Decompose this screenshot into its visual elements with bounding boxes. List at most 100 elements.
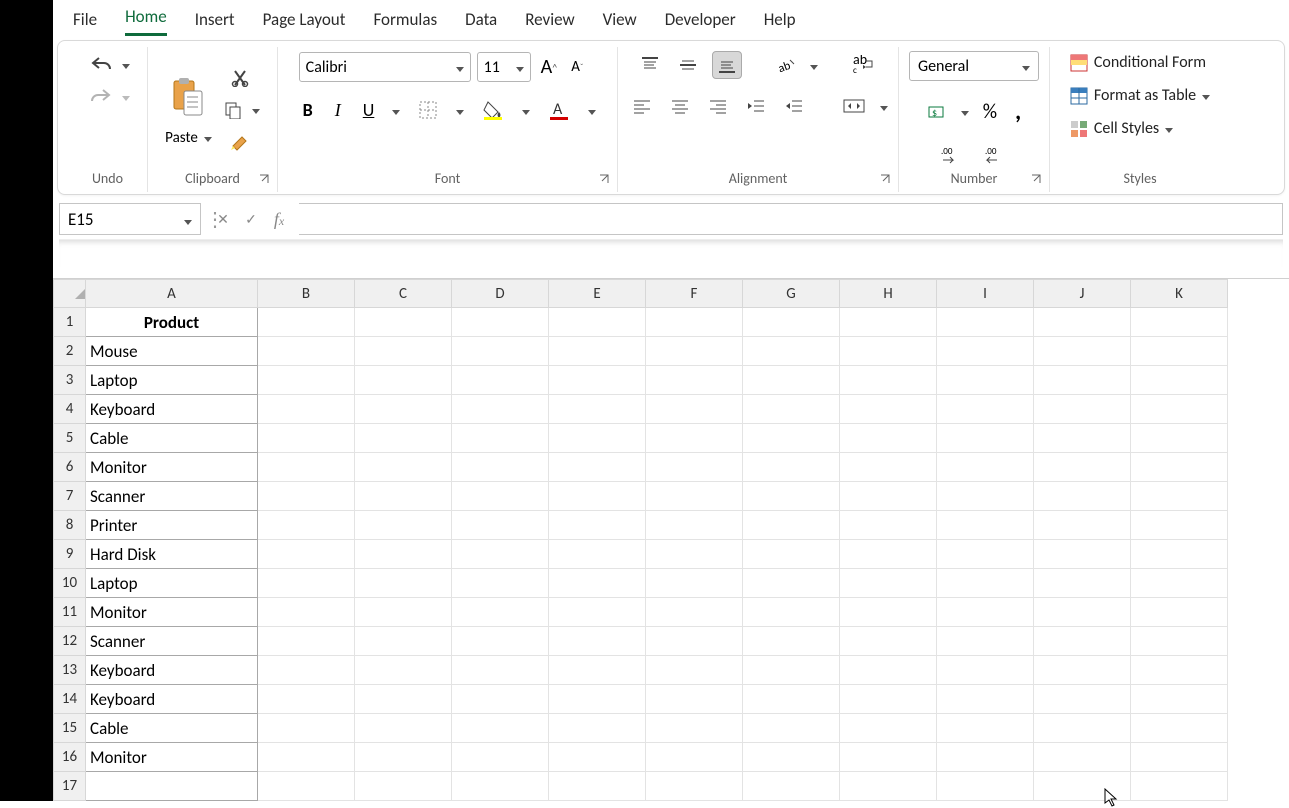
tab-home[interactable]: Home [125, 6, 167, 36]
font-size-select[interactable]: 11 [477, 52, 531, 82]
cell-F17[interactable] [646, 772, 743, 801]
align-middle-button[interactable] [674, 52, 702, 78]
insert-function-button[interactable]: fx [265, 203, 293, 235]
cell-H5[interactable] [840, 424, 937, 453]
row-header-3[interactable]: 3 [54, 366, 86, 395]
accounting-format-button[interactable]: $ [923, 99, 951, 125]
cell-D11[interactable] [452, 598, 549, 627]
cell-B14[interactable] [258, 685, 355, 714]
copy-button[interactable] [220, 97, 246, 123]
font-name-select[interactable]: Calibri [299, 52, 471, 82]
cell-F14[interactable] [646, 685, 743, 714]
cell-I4[interactable] [937, 395, 1034, 424]
paste-button[interactable] [166, 73, 210, 123]
cell-D15[interactable] [452, 714, 549, 743]
row-header-7[interactable]: 7 [54, 482, 86, 511]
tab-page-layout[interactable]: Page Layout [263, 9, 346, 36]
accounting-dropdown[interactable] [961, 103, 969, 120]
cell-A2[interactable]: Mouse [86, 337, 258, 366]
cell-I15[interactable] [937, 714, 1034, 743]
cell-G12[interactable] [743, 627, 840, 656]
cell-G3[interactable] [743, 366, 840, 395]
cell-G16[interactable] [743, 743, 840, 772]
cell-A15[interactable]: Cable [86, 714, 258, 743]
font-color-dropdown[interactable] [588, 102, 596, 119]
cell-C12[interactable] [355, 627, 452, 656]
alignment-dialog-launcher[interactable] [880, 174, 894, 188]
cell-D2[interactable] [452, 337, 549, 366]
row-header-6[interactable]: 6 [54, 453, 86, 482]
cancel-formula-button[interactable]: ✕ [209, 203, 237, 235]
underline-button[interactable]: U [359, 95, 379, 125]
undo-button[interactable] [86, 51, 116, 77]
percent-button[interactable]: % [979, 96, 1001, 128]
cell-G1[interactable] [743, 308, 840, 337]
cell-B15[interactable] [258, 714, 355, 743]
cell-G6[interactable] [743, 453, 840, 482]
cell-B2[interactable] [258, 337, 355, 366]
cut-button[interactable] [227, 65, 253, 91]
number-format-select[interactable]: General [909, 51, 1039, 81]
row-header-14[interactable]: 14 [54, 685, 86, 714]
cell-G13[interactable] [743, 656, 840, 685]
copy-dropdown[interactable] [252, 101, 260, 118]
fill-color-button[interactable] [478, 96, 508, 124]
cell-B1[interactable] [258, 308, 355, 337]
paste-dropdown[interactable] [204, 129, 212, 146]
row-header-2[interactable]: 2 [54, 337, 86, 366]
cell-F13[interactable] [646, 656, 743, 685]
cell-B11[interactable] [258, 598, 355, 627]
font-dialog-launcher[interactable] [599, 174, 613, 188]
row-header-11[interactable]: 11 [54, 598, 86, 627]
cell-A8[interactable]: Printer [86, 511, 258, 540]
cell-F11[interactable] [646, 598, 743, 627]
cell-A4[interactable]: Keyboard [86, 395, 258, 424]
number-dialog-launcher[interactable] [1031, 174, 1045, 188]
cell-A10[interactable]: Laptop [86, 569, 258, 598]
cell-I13[interactable] [937, 656, 1034, 685]
cell-K7[interactable] [1131, 482, 1228, 511]
cell-J9[interactable] [1034, 540, 1131, 569]
cell-G4[interactable] [743, 395, 840, 424]
cell-F3[interactable] [646, 366, 743, 395]
cell-I9[interactable] [937, 540, 1034, 569]
borders-dropdown[interactable] [456, 102, 464, 119]
cell-J10[interactable] [1034, 569, 1131, 598]
cell-C14[interactable] [355, 685, 452, 714]
cell-D8[interactable] [452, 511, 549, 540]
column-header-F[interactable]: F [646, 280, 743, 308]
cell-B10[interactable] [258, 569, 355, 598]
cell-H13[interactable] [840, 656, 937, 685]
cell-E8[interactable] [549, 511, 646, 540]
cell-B3[interactable] [258, 366, 355, 395]
cell-E11[interactable] [549, 598, 646, 627]
cell-H12[interactable] [840, 627, 937, 656]
cell-A1[interactable]: Product [86, 308, 258, 337]
cell-D13[interactable] [452, 656, 549, 685]
cell-I10[interactable] [937, 569, 1034, 598]
cell-G2[interactable] [743, 337, 840, 366]
decrease-font-button[interactable]: Aˇ [567, 54, 587, 80]
cell-A5[interactable]: Cable [86, 424, 258, 453]
cell-I3[interactable] [937, 366, 1034, 395]
cell-B13[interactable] [258, 656, 355, 685]
cell-F2[interactable] [646, 337, 743, 366]
undo-dropdown[interactable] [122, 56, 130, 73]
cell-B9[interactable] [258, 540, 355, 569]
cell-K10[interactable] [1131, 569, 1228, 598]
cell-D4[interactable] [452, 395, 549, 424]
tab-insert[interactable]: Insert [195, 9, 235, 36]
cell-J11[interactable] [1034, 598, 1131, 627]
cell-C1[interactable] [355, 308, 452, 337]
cell-E1[interactable] [549, 308, 646, 337]
row-header-4[interactable]: 4 [54, 395, 86, 424]
cell-K17[interactable] [1131, 772, 1228, 801]
row-header-8[interactable]: 8 [54, 511, 86, 540]
row-header-13[interactable]: 13 [54, 656, 86, 685]
cell-B8[interactable] [258, 511, 355, 540]
column-header-G[interactable]: G [743, 280, 840, 308]
cell-E9[interactable] [549, 540, 646, 569]
cell-D12[interactable] [452, 627, 549, 656]
merge-dropdown[interactable] [880, 98, 888, 115]
cell-E15[interactable] [549, 714, 646, 743]
